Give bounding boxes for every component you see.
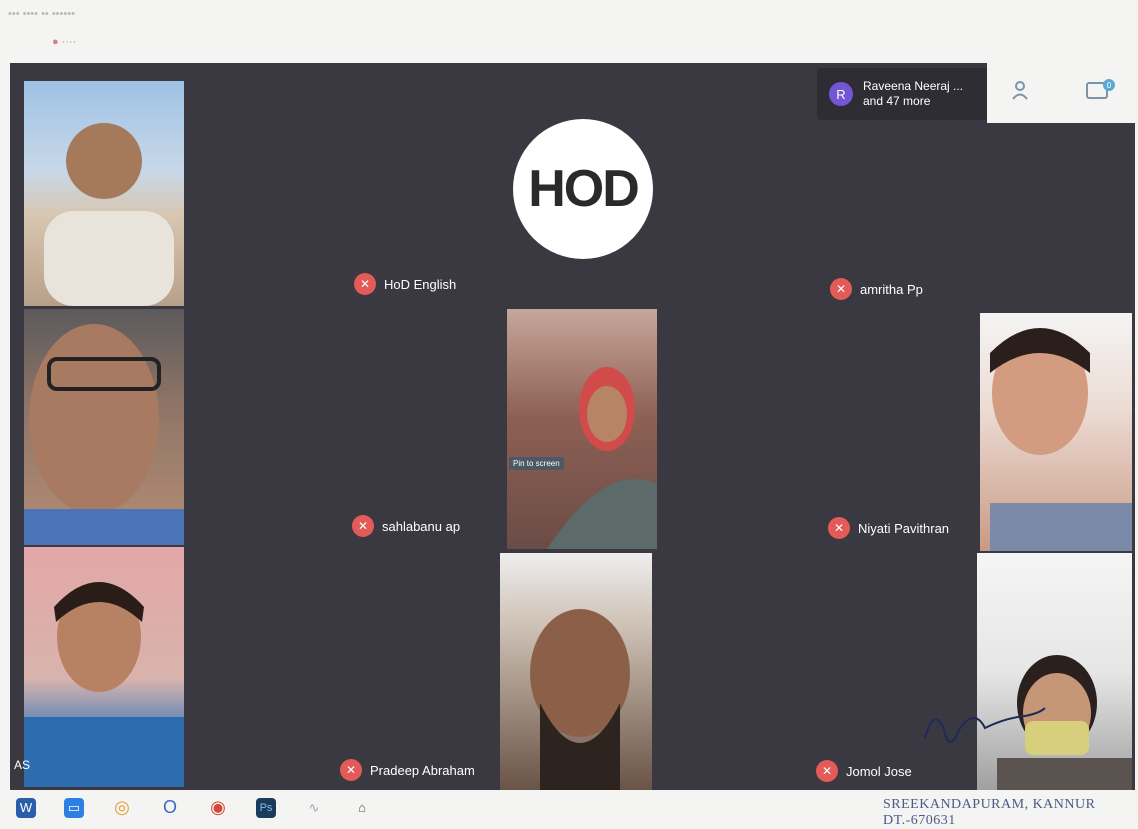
hod-logo: HOD [513,119,653,259]
name-tag: ✕ amritha Pp [830,278,923,300]
participant-name: Pradeep Abraham [370,762,475,778]
browser-bookmark: ● ···· [52,36,77,48]
chat-icon[interactable]: 0 [1085,79,1115,109]
mic-off-icon: ✕ [830,278,852,300]
avatar: R [829,82,853,106]
browser-tabs: ••• •••• •• •••••• [8,8,75,20]
corner-label: AS [14,758,31,772]
chrome-icon[interactable]: ◉ [208,797,228,818]
participant-video [547,367,657,549]
video-tile-4[interactable] [980,313,1132,551]
participant-video [530,609,630,790]
participant-video [990,328,1132,551]
mic-off-icon: ✕ [354,273,376,295]
mic-off-icon: ✕ [816,760,838,782]
app-icon[interactable]: ∿ [304,798,324,818]
chrome-icon[interactable]: ◎ [112,797,132,818]
meet-grid: ✕ HoD English HOD ✕ amritha Pp ✕ sahlaba… [10,63,1135,790]
people-icon[interactable] [1011,79,1035,107]
stamp-text: SREEKANDAPURAM, KANNUR DT.-670631 [883,797,1096,828]
name-tag: ✕ HoD English [354,273,456,295]
top-right-controls: 0 [987,63,1135,123]
participant-name: Niyati Pavithran [858,520,950,536]
video-tile-2[interactable] [24,309,184,545]
opera-icon[interactable]: O [160,797,180,818]
svg-text:0: 0 [1107,81,1112,90]
video-tile-3[interactable] [507,309,657,549]
video-tile-6[interactable] [500,553,652,790]
video-tile-1[interactable] [24,81,184,306]
participant-banner[interactable]: R Raveena Neeraj ... and 47 more [817,68,993,120]
participant-video [24,324,184,545]
mic-off-icon: ✕ [352,515,374,537]
participant-video [44,123,174,306]
participant-tile-amritha[interactable]: ✕ amritha Pp [670,118,1000,308]
banner-line2: and 47 more [863,94,931,108]
name-tag: ✕ Pradeep Abraham [340,759,475,781]
name-tag: ✕ Niyati Pavithran [828,517,949,539]
mic-off-icon: ✕ [828,517,850,539]
word-icon[interactable]: W [16,797,36,818]
app-icon[interactable]: ⌂ [352,798,372,818]
participant-name: sahlabanu ap [382,518,461,534]
participant-name: Jomol Jose [846,763,912,779]
participant-video [24,582,184,787]
photoshop-icon[interactable]: Ps [256,797,276,818]
participant-name: amritha Pp [860,281,923,297]
name-tag: ✕ sahlabanu ap [352,515,460,537]
banner-line1: Raveena Neeraj ... [863,79,964,93]
video-tile-5[interactable] [24,547,184,787]
participant-name: HoD English [384,276,457,292]
zoom-icon[interactable]: ▭ [64,797,84,818]
participant-tile-hod[interactable]: ✕ HoD English [186,63,506,308]
signature [924,707,1046,743]
pin-to-screen-tooltip[interactable]: Pin to screen [509,457,564,470]
name-tag: ✕ Jomol Jose [816,760,912,782]
mic-off-icon: ✕ [340,759,362,781]
